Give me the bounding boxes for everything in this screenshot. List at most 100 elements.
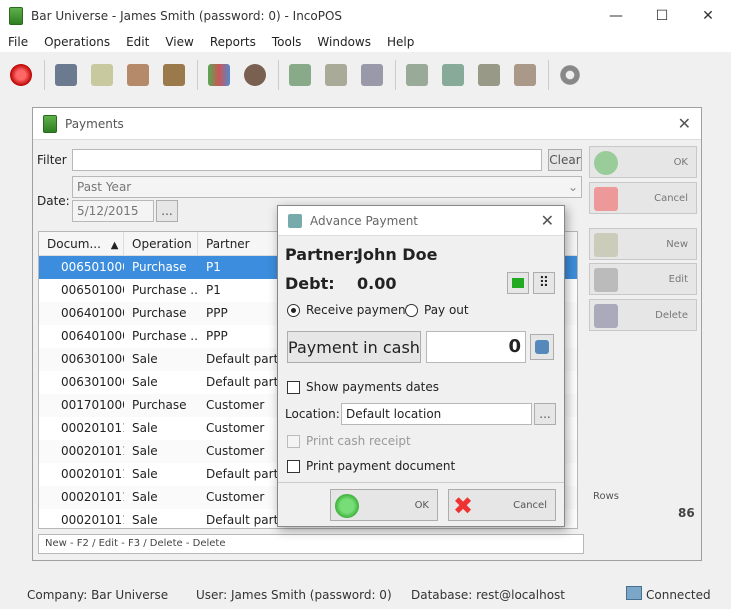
- discount-button[interactable]: [321, 60, 351, 90]
- column-operation[interactable]: Operation: [124, 232, 198, 255]
- print-document-checkbox[interactable]: Print payment document: [287, 459, 455, 473]
- menu-reports[interactable]: Reports: [202, 32, 264, 52]
- check-icon: [335, 494, 359, 518]
- partner-name: John Doe: [357, 245, 438, 264]
- status-user: User: James Smith (password: 0): [196, 587, 392, 602]
- clear-button[interactable]: Clear: [548, 149, 582, 171]
- dialog-title-bar: Advance Payment: [278, 206, 564, 236]
- power-icon: [10, 64, 32, 86]
- checkbox-box: [287, 380, 300, 394]
- close-icon[interactable]: ✕: [678, 114, 691, 133]
- wand-icon: [594, 233, 618, 257]
- cell-operation: Sale: [132, 352, 158, 366]
- report4-button[interactable]: [510, 60, 540, 90]
- menu-windows[interactable]: Windows: [309, 32, 379, 52]
- check-icon: [594, 151, 618, 175]
- dialog-title: Advance Payment: [310, 213, 419, 228]
- toolbar: [0, 52, 731, 98]
- keypad-button[interactable]: ⠿: [533, 272, 555, 294]
- checkbox-box: [287, 434, 300, 448]
- connection-icon: [626, 586, 642, 600]
- toolbar-separator: [44, 60, 45, 90]
- payment-method-button[interactable]: Payment in cash: [287, 331, 421, 363]
- keypad-icon: ⠿: [538, 275, 550, 291]
- show-dates-checkbox[interactable]: Show payments dates: [287, 380, 439, 394]
- new-button[interactable]: New: [589, 228, 697, 260]
- edit-button[interactable]: Edit: [589, 263, 697, 295]
- report-icon: [361, 64, 383, 86]
- dialog-ok-button[interactable]: OK: [330, 489, 438, 521]
- rows-label: Rows: [593, 491, 620, 502]
- cell-operation: Sale: [132, 490, 158, 504]
- rows-count: 86: [678, 506, 695, 520]
- maximize-button[interactable]: ☐: [639, 0, 685, 32]
- operations-icon: [289, 64, 311, 86]
- cell-operation: Sale: [132, 421, 158, 435]
- status-database: Database: rest@localhost: [411, 587, 565, 602]
- shortcut-hint: New - F2 / Edit - F3 / Delete - Delete: [38, 534, 584, 554]
- report3-button[interactable]: [438, 60, 468, 90]
- settings-button[interactable]: [555, 60, 585, 90]
- app-icon: [9, 7, 23, 25]
- report2-button[interactable]: [402, 60, 432, 90]
- operations-button[interactable]: [285, 60, 315, 90]
- cash-button[interactable]: [507, 272, 529, 294]
- calculator-icon: [535, 340, 549, 354]
- menu-help[interactable]: Help: [379, 32, 422, 52]
- location-field[interactable]: Default location: [341, 403, 532, 425]
- location-label: Location:: [285, 407, 340, 421]
- menu-operations[interactable]: Operations: [36, 32, 118, 52]
- user-report-icon: [478, 64, 500, 86]
- cell-document: 0065010000: [61, 260, 124, 274]
- power-button[interactable]: [6, 60, 36, 90]
- dialog-cancel-button[interactable]: ✖ Cancel: [448, 489, 556, 521]
- menu-file[interactable]: File: [0, 32, 36, 52]
- report-button[interactable]: [357, 60, 387, 90]
- payments-title: Payments: [65, 116, 124, 131]
- minimize-button[interactable]: —: [593, 0, 639, 32]
- stamp-button[interactable]: [123, 60, 153, 90]
- filter-label: Filter: [37, 153, 67, 167]
- close-button[interactable]: ✕: [685, 0, 731, 32]
- pay-out-radio[interactable]: Pay out: [405, 303, 469, 317]
- menu-tools[interactable]: Tools: [264, 32, 310, 52]
- window-title: Bar Universe - James Smith (password: 0)…: [31, 9, 343, 23]
- user-report-button[interactable]: [474, 60, 504, 90]
- advance-payment-dialog: Advance Payment ✕ Partner: John Doe Debt…: [277, 205, 565, 527]
- calculator-button[interactable]: [530, 334, 554, 360]
- cell-document: 0063010006: [61, 352, 124, 366]
- toolbar-separator: [278, 60, 279, 90]
- menu-view[interactable]: View: [157, 32, 201, 52]
- ok-button[interactable]: OK: [589, 146, 697, 178]
- menu-edit[interactable]: Edit: [118, 32, 157, 52]
- receive-payment-radio[interactable]: Receive payment: [287, 303, 410, 317]
- book-button[interactable]: [159, 60, 189, 90]
- location-browse-button[interactable]: ...: [534, 403, 556, 425]
- date-label: Date:: [37, 194, 70, 208]
- print-receipt-checkbox[interactable]: Print cash receipt: [287, 434, 411, 448]
- filter-input[interactable]: [72, 149, 542, 171]
- date-picker-button[interactable]: ...: [156, 200, 178, 222]
- price-button[interactable]: [87, 60, 117, 90]
- cancel-button[interactable]: Cancel: [589, 182, 697, 214]
- book-icon: [163, 64, 185, 86]
- cell-document: 0002010119: [61, 421, 124, 435]
- users-button[interactable]: [240, 60, 270, 90]
- status-company: Company: Bar Universe: [27, 587, 169, 602]
- amount-input[interactable]: 0: [426, 331, 526, 363]
- dialog-close-icon[interactable]: ✕: [541, 211, 554, 230]
- cell-operation: Sale: [132, 444, 158, 458]
- purchase-button[interactable]: [51, 60, 81, 90]
- pencil-icon: [594, 268, 618, 292]
- cell-document: 0064010000: [61, 306, 124, 320]
- report3-icon: [442, 64, 464, 86]
- cell-document: 0002010116: [61, 444, 124, 458]
- cash-icon: [512, 278, 524, 288]
- date-range-select[interactable]: Past Year ⌄: [72, 176, 582, 198]
- date-from-field[interactable]: 5/12/2015: [72, 200, 154, 222]
- column-document[interactable]: Docum... ▲: [39, 232, 124, 255]
- status-connection: Connected: [646, 587, 711, 602]
- items-button[interactable]: [204, 60, 234, 90]
- cell-document: 0064010000: [61, 329, 124, 343]
- delete-button[interactable]: Delete: [589, 299, 697, 331]
